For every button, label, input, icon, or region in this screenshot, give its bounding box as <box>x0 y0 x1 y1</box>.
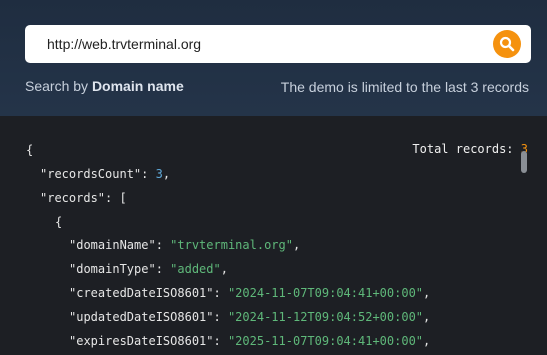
json-comma: , <box>220 262 228 276</box>
json-brace: { <box>55 215 63 229</box>
scrollbar-thumb[interactable] <box>521 151 527 173</box>
json-line: "recordsCount": 3, <box>40 167 170 181</box>
json-colon: : <box>213 310 228 324</box>
json-line: "updatedDateISO8601": "2024-11-12T09:04:… <box>69 310 430 324</box>
total-records-label: Total records: <box>412 142 521 156</box>
json-number: 3 <box>155 167 163 181</box>
json-line: "domainType": "added", <box>69 262 228 276</box>
search-button[interactable] <box>493 30 521 58</box>
json-line: "records": [ <box>40 191 127 205</box>
total-records: Total records: 3 <box>412 142 528 156</box>
json-string: "trvterminal.org" <box>170 238 293 252</box>
json-line: "createdDateISO8601": "2024-11-07T09:04:… <box>69 286 430 300</box>
json-key: "domainName" <box>69 238 156 252</box>
json-key: "recordsCount" <box>40 167 142 181</box>
json-key: "createdDateISO8601" <box>69 286 214 300</box>
json-punctuation: : [ <box>105 191 127 205</box>
json-comma: , <box>423 310 431 324</box>
json-colon: : <box>155 262 171 276</box>
json-comma: , <box>162 167 171 181</box>
search-by-label: Search by Domain name <box>25 78 184 94</box>
json-key: "records" <box>40 191 106 205</box>
json-result-panel: Total records: 3 { "recordsCount": 3, "r… <box>0 116 547 355</box>
json-colon: : <box>213 334 228 348</box>
search-icon <box>499 36 515 52</box>
json-brace: { <box>26 143 34 157</box>
json-string: "added" <box>170 262 221 276</box>
json-line: { <box>55 215 62 229</box>
json-key: "updatedDateISO8601" <box>69 310 214 324</box>
json-comma: , <box>292 238 301 252</box>
json-colon: : <box>155 238 171 252</box>
search-by-prefix: Search by <box>25 78 89 94</box>
json-string: "2024-11-07T09:04:41+00:00" <box>227 286 424 300</box>
json-string: "2025-11-07T09:04:41+00:00" <box>227 334 424 348</box>
json-line: { <box>26 143 33 157</box>
search-by-field[interactable]: Domain name <box>92 78 184 94</box>
json-string: "2024-11-12T09:04:52+00:00" <box>227 310 424 324</box>
json-comma: , <box>423 286 431 300</box>
search-header: Search by Domain name The demo is limite… <box>0 0 547 116</box>
search-input[interactable] <box>47 25 487 63</box>
json-colon: : <box>141 167 156 181</box>
json-line: "domainName": "trvterminal.org", <box>69 238 300 252</box>
json-line: "expiresDateISO8601": "2025-11-07T09:04:… <box>69 334 430 348</box>
json-key: "domainType" <box>69 262 156 276</box>
json-comma: , <box>423 334 431 348</box>
search-box <box>25 25 531 63</box>
json-key: "expiresDateISO8601" <box>69 334 214 348</box>
demo-limit-note: The demo is limited to the last 3 record… <box>280 79 529 95</box>
json-colon: : <box>213 286 228 300</box>
